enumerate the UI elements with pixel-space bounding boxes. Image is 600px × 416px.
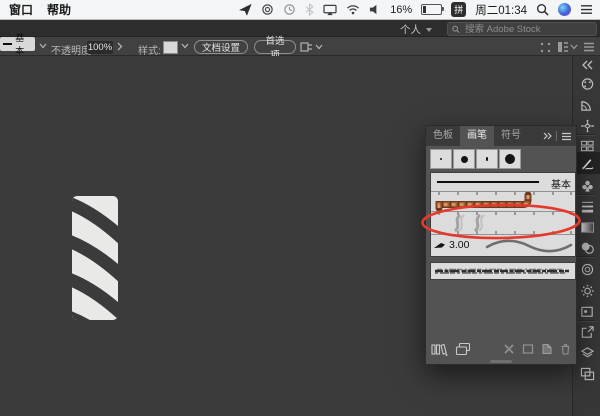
- collapse-panel-icon[interactable]: [543, 132, 552, 140]
- rope-brush-preview: [435, 192, 572, 211]
- siri-icon[interactable]: [558, 3, 571, 16]
- notification-center-icon[interactable]: [580, 4, 593, 15]
- stroke-preview-line: [3, 43, 13, 45]
- control-bar-menu-icon[interactable]: [583, 42, 595, 52]
- stroke-style-label: 基本: [15, 33, 25, 56]
- appearance-panel-icon[interactable]: [579, 283, 595, 299]
- workspace-label: 个人: [400, 24, 421, 36]
- dock-divider: [577, 320, 596, 321]
- battery-icon[interactable]: [421, 4, 445, 15]
- basic-stroke-preview: [437, 181, 539, 183]
- basic-brush-label: 基本: [551, 180, 571, 191]
- brush-10pt-round[interactable]: [499, 149, 521, 169]
- graphic-styles-panel-icon[interactable]: [579, 304, 595, 320]
- brush-charcoal[interactable]: [430, 262, 576, 280]
- opacity-value-field[interactable]: 100%: [87, 40, 113, 54]
- chevron-down-icon[interactable]: [39, 43, 47, 49]
- charcoal-brush-preview: [435, 268, 569, 274]
- dock-divider: [577, 256, 596, 257]
- export-panel-icon[interactable]: [579, 324, 595, 340]
- brush-rope-pattern[interactable]: [431, 191, 575, 211]
- paper-plane-icon[interactable]: [239, 3, 252, 16]
- stroke-panel-icon[interactable]: [579, 198, 595, 214]
- brush-libraries-menu-icon[interactable]: [431, 342, 448, 356]
- transparency-panel-icon[interactable]: [579, 240, 595, 256]
- panel-menu-icon[interactable]: [561, 132, 572, 141]
- brush-5pt-round[interactable]: [453, 149, 475, 169]
- input-method-icon[interactable]: 拼: [451, 2, 467, 17]
- brush-3pt-flat[interactable]: [476, 149, 498, 169]
- delete-brush-icon[interactable]: [560, 343, 571, 355]
- wave-brush-preview: [485, 239, 573, 253]
- style-label: 样式:: [138, 45, 161, 57]
- workspace-switcher[interactable]: 个人: [400, 22, 432, 37]
- brushes-panel: 色板 画笔 符号 基本 3.00: [425, 125, 577, 365]
- artboards-panel-icon[interactable]: [579, 366, 595, 382]
- spotlight-search-icon[interactable]: [536, 3, 549, 16]
- gradient-panel-icon[interactable]: [579, 219, 595, 235]
- color-panel-icon[interactable]: [579, 76, 595, 92]
- striped-logo-artwork[interactable]: [72, 196, 118, 320]
- brush-art-3pt[interactable]: 3.00: [431, 234, 575, 256]
- menubar-clock[interactable]: 周二01:34: [475, 2, 527, 18]
- style-swatch[interactable]: [163, 40, 178, 54]
- selected-object-options-icon[interactable]: [522, 343, 534, 355]
- expand-panels-icon[interactable]: [581, 60, 594, 70]
- tab-brushes[interactable]: 画笔: [460, 126, 494, 146]
- spiral-icon[interactable]: [261, 3, 274, 16]
- adobe-stock-search[interactable]: [447, 22, 597, 36]
- panel-resize-handle[interactable]: [490, 360, 512, 363]
- preferences-button[interactable]: 首选项: [254, 36, 296, 61]
- align-options-icon[interactable]: [300, 41, 313, 53]
- tab-swatches[interactable]: 色板: [426, 126, 460, 146]
- color-guide-panel-icon[interactable]: [579, 97, 595, 113]
- application-bar: 个人: [0, 20, 600, 36]
- layers-panel-icon[interactable]: [579, 345, 595, 361]
- touch-workspace-icon[interactable]: [540, 42, 551, 53]
- panel-footer: [431, 341, 571, 357]
- brush-twist-pattern[interactable]: [431, 211, 575, 234]
- battery-percent: 16%: [390, 3, 413, 16]
- dock-divider: [577, 134, 596, 135]
- calligraphic-brush-row: [430, 149, 572, 169]
- search-input[interactable]: [463, 22, 592, 36]
- chevron-down-icon[interactable]: [570, 44, 578, 50]
- time-machine-icon[interactable]: [283, 3, 296, 16]
- header-divider: [556, 131, 557, 141]
- color-themes-panel-icon[interactable]: [579, 118, 595, 134]
- symbols-panel-icon[interactable]: [579, 178, 595, 194]
- new-brush-icon[interactable]: [541, 343, 553, 355]
- airplay-display-icon[interactable]: [323, 4, 337, 16]
- chevron-down-icon[interactable]: [181, 43, 189, 49]
- chevron-right-icon[interactable]: [117, 42, 123, 51]
- bluetooth-icon[interactable]: [305, 3, 314, 16]
- brush-list: 基本 3.00: [426, 146, 576, 364]
- brush-list-block: 基本 3.00: [430, 172, 576, 257]
- arrange-documents-icon[interactable]: [557, 41, 569, 53]
- twist-brush-preview: [438, 212, 572, 234]
- stroke-style-dropdown[interactable]: 基本: [0, 33, 35, 56]
- panel-tab-bar: 色板 画笔 符号: [426, 126, 576, 146]
- libraries-panel-button-icon[interactable]: [455, 342, 471, 356]
- chevron-down-icon: [426, 27, 432, 32]
- brush-1pt-round[interactable]: [430, 149, 452, 169]
- menubar-status-area: 16% 拼 周二01:34: [239, 2, 600, 18]
- brush-tip-icon: [434, 243, 445, 248]
- document-setup-button[interactable]: 文档设置: [194, 40, 248, 54]
- brush-basic[interactable]: 基本: [431, 173, 575, 191]
- tab-symbols[interactable]: 符号: [494, 126, 528, 146]
- control-bar: 基本 不透明度: 100% 样式: 文档设置 首选项: [0, 33, 600, 61]
- menubar: 窗口 帮助 16% 拼 周二01:34: [0, 0, 600, 20]
- dock-divider: [577, 194, 596, 195]
- volume-icon[interactable]: [369, 4, 381, 15]
- cc-libraries-panel-icon[interactable]: [579, 261, 595, 277]
- menu-window[interactable]: 窗口: [9, 1, 33, 18]
- chevron-down-icon[interactable]: [315, 44, 323, 50]
- search-icon: [452, 25, 460, 33]
- art-brush-width-value: 3.00: [449, 239, 470, 251]
- remove-brush-stroke-icon[interactable]: [503, 343, 515, 355]
- brushes-panel-icon[interactable]: [579, 155, 595, 171]
- menu-help[interactable]: 帮助: [47, 1, 71, 18]
- wifi-icon[interactable]: [346, 4, 360, 15]
